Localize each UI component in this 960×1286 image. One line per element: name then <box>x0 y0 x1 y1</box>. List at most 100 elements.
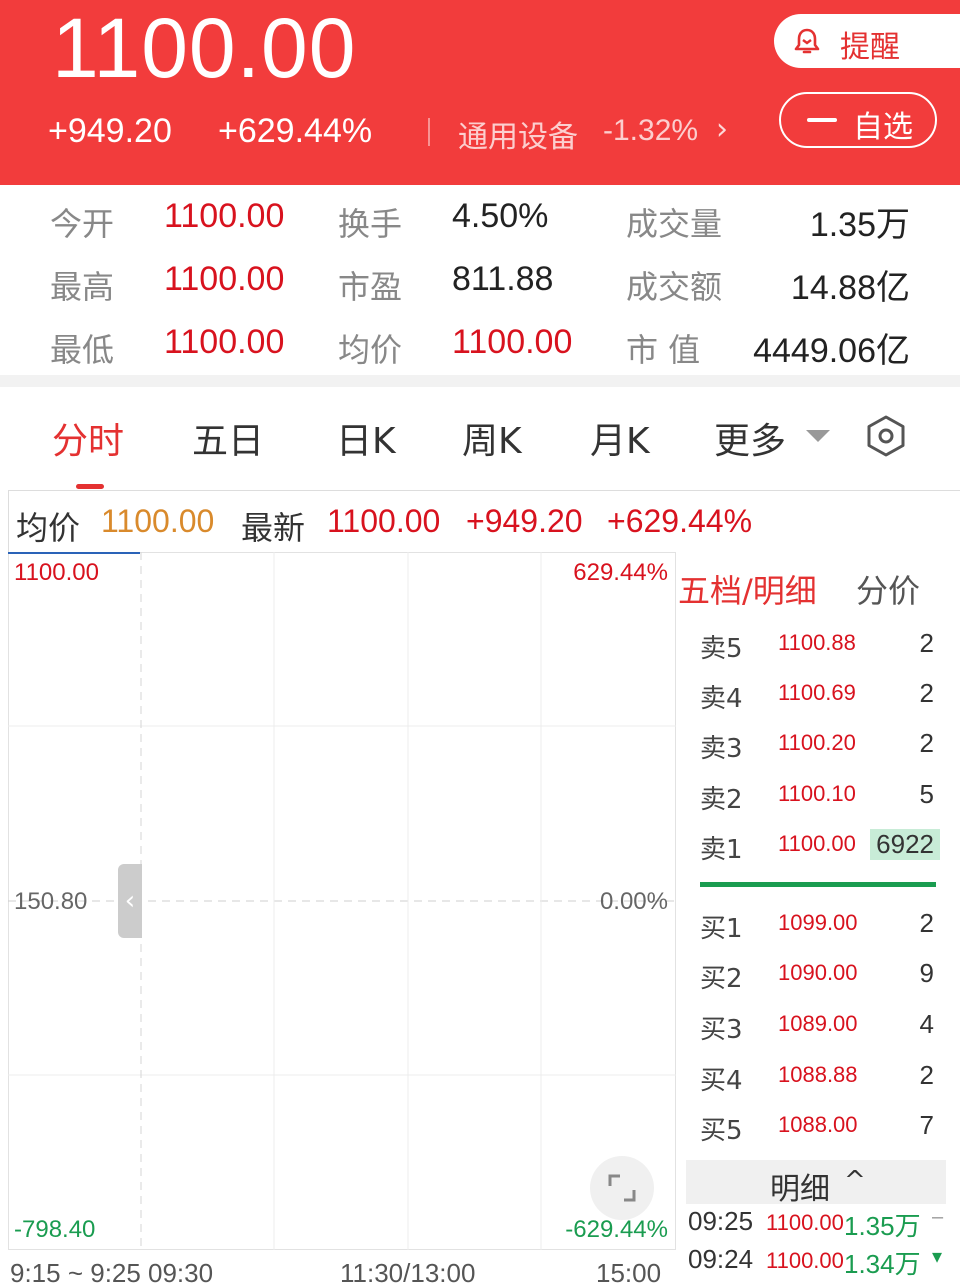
ask-label: 卖4 <box>700 684 743 714</box>
bid-row: 买5 1088.00 7 <box>700 1110 940 1150</box>
bid-volume: 9 <box>919 958 934 988</box>
bid-price: 1089.00 <box>778 1011 858 1036</box>
trade-volume: 1.35万 <box>844 1211 921 1241</box>
ask-price: 1100.88 <box>778 630 856 655</box>
active-tab-indicator <box>76 484 104 489</box>
change-percent: +629.44% <box>218 112 373 150</box>
x-axis-open: 09:30 <box>148 1258 214 1286</box>
bid-price: 1088.00 <box>778 1112 858 1137</box>
alarm-bell-icon <box>794 28 820 54</box>
info-avg-value: 1100.00 <box>101 503 215 539</box>
watchlist-label: 自选 <box>853 110 913 145</box>
info-last-value: 1100.00 <box>327 503 441 539</box>
tab-more[interactable]: 更多 <box>714 412 786 464</box>
ask-price: 1100.20 <box>778 730 856 755</box>
tab-weekly-k[interactable]: 周K <box>462 412 522 464</box>
ask-label: 卖2 <box>700 785 743 815</box>
bid-volume: 7 <box>919 1110 934 1140</box>
bid-label: 买1 <box>700 914 743 944</box>
ask-price: 1100.00 <box>778 831 856 856</box>
bid-price: 1088.88 <box>778 1062 858 1087</box>
quote-header: 1100.00 +949.20 +629.44% 通用设备 -1.32% › 提… <box>0 0 960 185</box>
trade-price: 1100.00 <box>766 1210 844 1235</box>
market-cap-label: 市 值 <box>626 331 701 369</box>
ask-volume: 2 <box>919 628 934 658</box>
bid-label: 买3 <box>700 1015 743 1045</box>
bid-volume: 2 <box>919 1060 934 1090</box>
sector-name[interactable]: 通用设备 <box>458 112 578 156</box>
ask-volume: 5 <box>919 779 934 809</box>
bid-price: 1090.00 <box>778 960 858 985</box>
collapse-panel-tab[interactable]: ‹ <box>118 864 142 938</box>
settings-hexagon-icon[interactable] <box>864 414 908 458</box>
chart-info-bar: 均价 1100.00 最新 1100.00 +949.20 +629.44% <box>8 490 960 552</box>
bid-ask-divider <box>700 882 936 887</box>
trade-detail-header[interactable]: 明细 ^ <box>686 1160 946 1207</box>
caret-down-icon[interactable] <box>806 430 830 442</box>
intraday-chart[interactable] <box>8 552 676 1250</box>
y-axis-bottom: -798.40 <box>14 1216 96 1243</box>
ask-volume-highlight: 6922 <box>870 829 940 860</box>
ask-row: 卖1 1100.00 6922 <box>700 829 940 869</box>
bid-label: 买2 <box>700 964 743 994</box>
tab-intraday[interactable]: 分时 <box>52 412 124 464</box>
x-axis-midday: 11:30/13:00 <box>340 1258 476 1286</box>
minus-icon <box>807 118 837 122</box>
pct-axis-top: 629.44% <box>573 559 668 586</box>
tab-orderbook-detail[interactable]: 五档/明细 <box>678 566 817 612</box>
ask-row: 卖3 1100.20 2 <box>700 728 940 768</box>
fullscreen-icon <box>608 1174 636 1202</box>
tab-monthly-k[interactable]: 月K <box>590 412 650 464</box>
tab-five-day[interactable]: 五日 <box>192 412 264 464</box>
tab-price-distribution[interactable]: 分价 <box>856 566 920 612</box>
chevron-right-icon[interactable]: › <box>716 112 728 147</box>
tab-daily-k[interactable]: 日K <box>336 412 396 464</box>
low-value: 1100.00 <box>164 323 285 361</box>
remind-button[interactable]: 提醒 <box>774 14 960 68</box>
bid-volume: 2 <box>919 908 934 938</box>
ask-volume: 2 <box>919 678 934 708</box>
sector-percent[interactable]: -1.32% <box>603 114 698 148</box>
info-change: +949.20 <box>466 503 583 539</box>
info-last-label: 最新 <box>241 510 306 546</box>
trade-price: 1100.00 <box>766 1248 844 1273</box>
ask-volume: 2 <box>919 728 934 758</box>
ask-price: 1100.10 <box>778 781 856 806</box>
ask-label: 卖1 <box>700 835 743 865</box>
low-label: 最低 <box>50 331 115 369</box>
turnover-value: 4.50% <box>452 197 549 235</box>
high-label: 最高 <box>50 268 115 306</box>
info-avg-label: 均价 <box>16 510 81 546</box>
volume-value: 1.35万 <box>809 206 910 244</box>
trade-direction: – <box>932 1206 944 1228</box>
trade-volume: 1.34万 <box>844 1249 921 1279</box>
open-value: 1100.00 <box>164 197 285 235</box>
change-absolute: +949.20 <box>48 112 172 150</box>
trade-row: 09:25 1100.00 1.35万 – <box>688 1206 960 1242</box>
section-gap <box>0 375 960 387</box>
divider <box>428 118 430 146</box>
turnover-label: 换手 <box>338 205 403 243</box>
fullscreen-button[interactable] <box>590 1156 654 1220</box>
bid-row: 买4 1088.88 2 <box>700 1060 940 1100</box>
trade-time: 09:25 <box>688 1206 754 1236</box>
x-axis-close: 15:00 <box>596 1258 662 1286</box>
pct-axis-mid: 0.00% <box>599 888 668 915</box>
ask-row: 卖5 1100.88 2 <box>700 628 940 668</box>
pct-axis-bottom: -629.44% <box>565 1216 668 1243</box>
remind-label: 提醒 <box>840 30 900 65</box>
avg-value: 1100.00 <box>452 323 573 361</box>
pe-label: 市盈 <box>338 268 403 306</box>
watchlist-button[interactable]: 自选 <box>779 92 937 148</box>
bid-row: 买2 1090.00 9 <box>700 958 940 998</box>
ask-row: 卖4 1100.69 2 <box>700 678 940 718</box>
bid-volume: 4 <box>919 1009 934 1039</box>
trade-detail-label: 明细 <box>770 1172 830 1207</box>
x-axis-preopen: 9:15 ~ 9:25 <box>10 1258 141 1286</box>
y-axis-mid: 150.80 <box>14 888 88 915</box>
caret-up-icon: ^ <box>844 1166 866 1196</box>
info-percent: +629.44% <box>607 503 753 539</box>
ask-label: 卖3 <box>700 734 743 764</box>
ask-label: 卖5 <box>700 634 743 664</box>
bid-row: 买1 1099.00 2 <box>700 908 940 948</box>
